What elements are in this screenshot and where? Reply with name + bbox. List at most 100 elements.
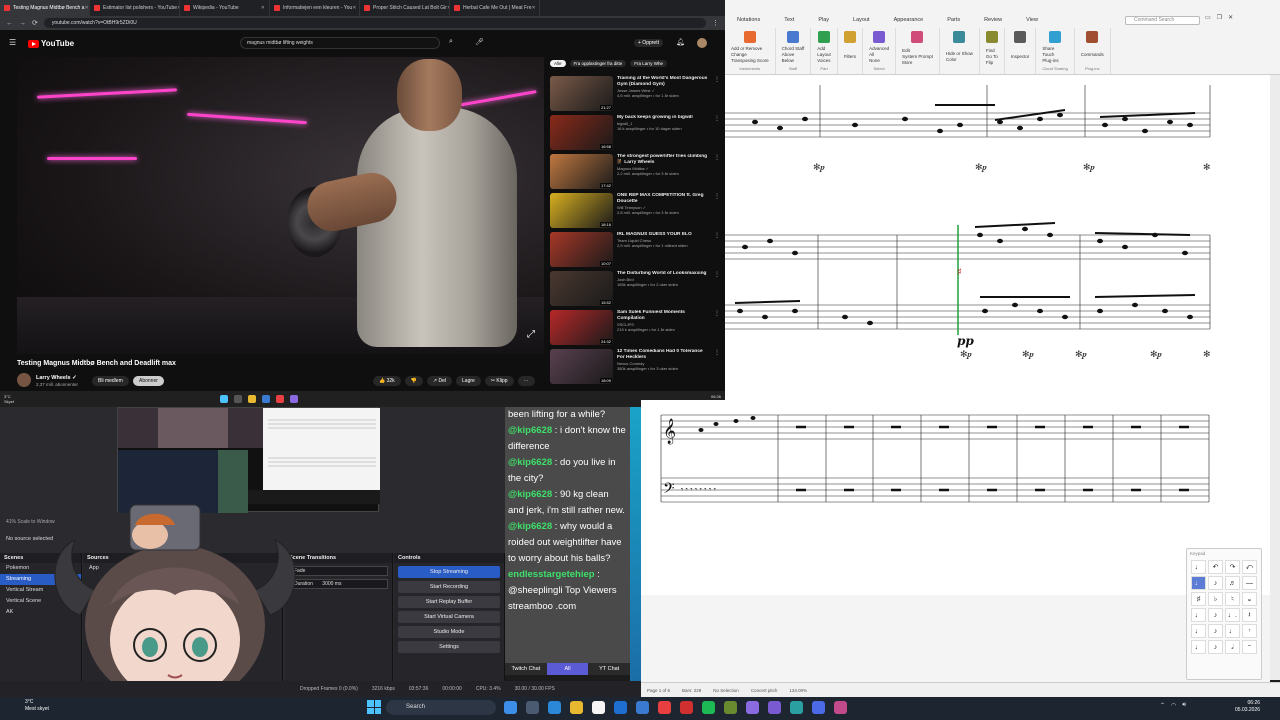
tab-close-icon[interactable]: ✕	[261, 5, 265, 11]
menu-item[interactable]: Review	[972, 14, 1014, 26]
video-thumbnail[interactable]: 18:16	[550, 193, 613, 228]
search-icon[interactable]	[234, 395, 243, 403]
keypad-key[interactable]: 𝅗𝅥	[1225, 640, 1240, 654]
menu-item[interactable]: Appearance	[882, 14, 936, 26]
video-action-button[interactable]: 👍 32k	[373, 376, 401, 386]
menu-item[interactable]: Layout	[841, 14, 882, 26]
forward-icon[interactable]: →	[19, 20, 26, 27]
chat-username[interactable]: @kip6628	[508, 457, 552, 468]
ribbon-tool-icon[interactable]	[743, 31, 756, 43]
url-text[interactable]: youtube.com/watch?v=OtBH9r5ZDi0U	[43, 18, 706, 28]
command-search-input[interactable]: Command Search	[1125, 16, 1200, 25]
ribbon-tool-icon[interactable]	[911, 31, 924, 43]
browser-tab[interactable]: Informatiejen een kleuren - You ✕	[270, 0, 360, 16]
chat-username[interactable]: @kip6628	[508, 521, 552, 532]
video-action-button[interactable]: ↗ Del	[426, 376, 453, 386]
keypad-key[interactable]: ♩	[1191, 608, 1206, 622]
taskbar-app-icon[interactable]	[658, 701, 671, 714]
chat-username[interactable]: endlesstargetehiep	[508, 569, 595, 580]
extensions-icon[interactable]: ⋮	[712, 19, 719, 27]
browser-tab[interactable]: Wikipedia - YouTube ✕	[180, 0, 270, 16]
keypad-key[interactable]: ♪	[1208, 608, 1223, 622]
subscribe-button[interactable]: Abonner	[133, 376, 164, 386]
weather-widget[interactable]: 3°C Mest skyet	[25, 699, 49, 713]
ribbon-item[interactable]: Color	[946, 57, 973, 63]
minimize-icon[interactable]: ▭	[1205, 14, 1211, 21]
recommendation-title[interactable]: Sam Sulek Funniest Moments Compilation	[617, 310, 710, 322]
ribbon-item[interactable]: Advanced	[869, 46, 889, 52]
keypad-key[interactable]: ♬	[1225, 576, 1240, 590]
channel-avatar[interactable]	[17, 373, 31, 387]
video-thumbnail[interactable]: 16:58	[550, 115, 613, 150]
tab-close-icon[interactable]: ✕	[352, 5, 356, 11]
browser-tab[interactable]: Testing Magnus Midtbø Bench a ✕	[0, 0, 90, 16]
video-action-button[interactable]: ✂ Klipp	[484, 376, 514, 386]
more-options-icon[interactable]: ⋮	[714, 232, 720, 271]
taskbar-app-icon[interactable]	[790, 701, 803, 714]
ribbon-item[interactable]: Plug-ins	[1042, 58, 1067, 64]
video-action-button[interactable]: ⋯	[517, 376, 535, 386]
video-thumbnail[interactable]: 10:07	[550, 232, 613, 267]
browser-tab[interactable]: Proper Stitch Caused Lat Bolt Gir✕	[360, 0, 450, 16]
recommendation-title[interactable]: Training at the World's Most Dangerous G…	[617, 76, 710, 88]
more-options-icon[interactable]: ⋮	[714, 193, 720, 232]
ribbon-tool-icon[interactable]	[1014, 31, 1027, 43]
taskbar-app-icon[interactable]	[636, 701, 649, 714]
create-button[interactable]: + Opprett	[634, 39, 663, 47]
menu-item[interactable]: Parts	[935, 14, 972, 26]
microphone-icon[interactable]: 🎤︎	[475, 38, 484, 46]
recommendation-title[interactable]: The strongest powerlifter tries climbing…	[617, 154, 710, 166]
ribbon-tool-icon[interactable]	[786, 31, 799, 43]
browser-tab[interactable]: Estimator list polishers - YouTube✕	[90, 0, 180, 16]
keypad-key[interactable]: ♩	[1191, 640, 1206, 654]
taskbar-app-icon[interactable]	[504, 701, 517, 714]
recommendation-item[interactable]: 10:07 IRL MAGNUS GUESS YOUR ELO Team Liqui…	[550, 232, 720, 271]
video-thumbnail[interactable]: 21:27	[550, 76, 613, 111]
recommendation-title[interactable]: ONE REP MAX COMPETITION ft. Greg Doucett…	[617, 193, 710, 205]
menu-item[interactable]: Play	[806, 14, 841, 26]
video-action-button[interactable]: 👎	[404, 376, 423, 386]
taskbar-app-icon[interactable]	[768, 701, 781, 714]
keypad-key[interactable]: ♩	[1191, 560, 1206, 574]
filter-chip[interactable]: Alle	[550, 60, 566, 67]
recommendation-item[interactable]: 24:32 Sam Sulek Funniest Moments Compilat…	[550, 310, 720, 349]
app-icon[interactable]	[290, 395, 299, 403]
keypad-key[interactable]: —	[1242, 576, 1257, 590]
ribbon-tool-icon[interactable]	[985, 31, 998, 43]
recommendation-item[interactable]: 17:42 The strongest powerlifter tries cli…	[550, 154, 720, 193]
filter-chip[interactable]: Fra Larry Whe	[630, 60, 668, 67]
control-button[interactable]: Settings	[398, 641, 500, 653]
menu-item[interactable]: Notations	[725, 14, 772, 26]
more-options-icon[interactable]: ⋮	[714, 310, 720, 349]
ribbon-tool-icon[interactable]	[818, 31, 831, 43]
ribbon-item[interactable]: None	[869, 58, 889, 64]
filter-chip[interactable]: Fra opplastinger fra ditte	[569, 60, 627, 67]
video-thumbnail[interactable]: 15:52	[550, 271, 613, 306]
ribbon-tool-icon[interactable]	[1086, 31, 1099, 43]
taskbar-search[interactable]: Search	[386, 700, 496, 715]
chat-username[interactable]: @kip6628	[508, 425, 552, 436]
control-button[interactable]: Start Replay Buffer	[398, 596, 500, 608]
account-avatar[interactable]	[697, 38, 707, 48]
taskbar-app-icon[interactable]	[614, 701, 627, 714]
keypad-key[interactable]: ↶	[1208, 560, 1223, 574]
keypad-key[interactable]: ♮	[1225, 592, 1240, 606]
score-second-view[interactable]: 𝄞 𝄢 𝄾 𝄾 𝄾 𝄾 𝄾 𝄾 𝄾 𝄾	[641, 400, 1270, 682]
keypad-key[interactable]: ♪	[1208, 640, 1223, 654]
ribbon-tool-icon[interactable]	[953, 31, 966, 43]
hamburger-menu-icon[interactable]: ☰	[9, 38, 16, 47]
search-icon[interactable]: ⌕	[449, 38, 453, 46]
chat-tab[interactable]: Twitch Chat	[505, 663, 547, 675]
chat-tab[interactable]: YT Chat	[588, 663, 630, 675]
control-button[interactable]: Start Recording	[398, 581, 500, 593]
browser-icon[interactable]	[262, 395, 271, 403]
ribbon-item[interactable]: Layout	[817, 52, 831, 58]
keypad-key[interactable]: 𝄪	[1242, 592, 1257, 606]
taskbar-app-icon[interactable]	[592, 701, 605, 714]
ribbon-item[interactable]: Flip	[986, 60, 998, 66]
keypad-key[interactable]: ♩	[1191, 624, 1206, 638]
fullscreen-icon[interactable]: ⤢	[527, 329, 535, 340]
chat-username[interactable]: @kip6628	[508, 489, 552, 500]
control-button[interactable]: Start Virtual Camera	[398, 611, 500, 623]
browser-tab[interactable]: Herbal Cafe Me Out | Meat Fre ✕	[450, 0, 540, 16]
